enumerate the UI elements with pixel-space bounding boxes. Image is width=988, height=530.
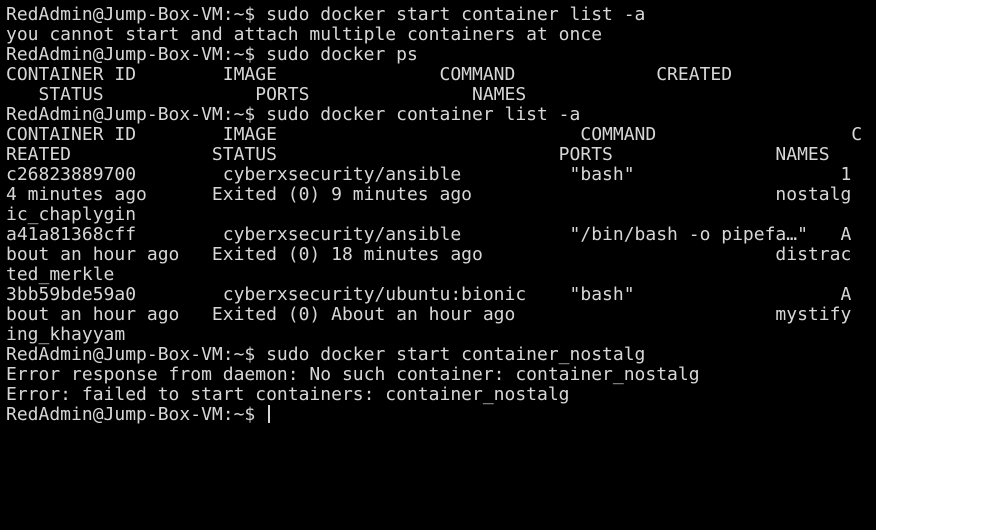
terminal-line: ted_merkle [6,264,115,285]
shell-prompt: RedAdmin@Jump-Box-VM:~$ [6,404,267,425]
terminal-line: RedAdmin@Jump-Box-VM:~$ sudo docker cont… [6,104,581,125]
terminal-line: bout an hour ago Exited (0) 18 minutes a… [6,244,852,265]
terminal-line: you cannot start and attach multiple con… [6,24,603,45]
terminal-line: REATED STATUS PORTS NAMES [6,144,830,165]
terminal-line: RedAdmin@Jump-Box-VM:~$ sudo docker star… [6,4,646,25]
terminal-line: ing_khayyam [6,324,126,345]
terminal-line: a41a81368cff cyberxsecurity/ansible "/bi… [6,224,852,245]
terminal-input-line[interactable]: RedAdmin@Jump-Box-VM:~$ [6,405,862,425]
terminal-line: Error response from daemon: No such cont… [6,364,700,385]
text-cursor [268,405,271,423]
terminal-line: c26823889700 cyberxsecurity/ansible "bas… [6,164,852,185]
terminal-line: 3bb59bde59a0 cyberxsecurity/ubuntu:bioni… [6,284,852,305]
terminal-line: Error: failed to start containers: conta… [6,384,570,405]
terminal-line: STATUS PORTS NAMES [6,84,527,105]
terminal-line: RedAdmin@Jump-Box-VM:~$ sudo docker ps [6,44,418,65]
terminal-line: RedAdmin@Jump-Box-VM:~$ sudo docker star… [6,344,646,365]
terminal-line: 4 minutes ago Exited (0) 9 minutes ago n… [6,184,852,205]
terminal-output: RedAdmin@Jump-Box-VM:~$ sudo docker star… [6,5,862,425]
terminal-line: CONTAINER ID IMAGE COMMAND CREATED [6,64,733,85]
terminal-window[interactable]: RedAdmin@Jump-Box-VM:~$ sudo docker star… [0,0,876,530]
desktop-background: RedAdmin@Jump-Box-VM:~$ sudo docker star… [0,0,988,530]
terminal-line: bout an hour ago Exited (0) About an hou… [6,304,852,325]
terminal-line: ic_chaplygin [6,204,137,225]
terminal-line: CONTAINER ID IMAGE COMMAND C [6,124,863,145]
